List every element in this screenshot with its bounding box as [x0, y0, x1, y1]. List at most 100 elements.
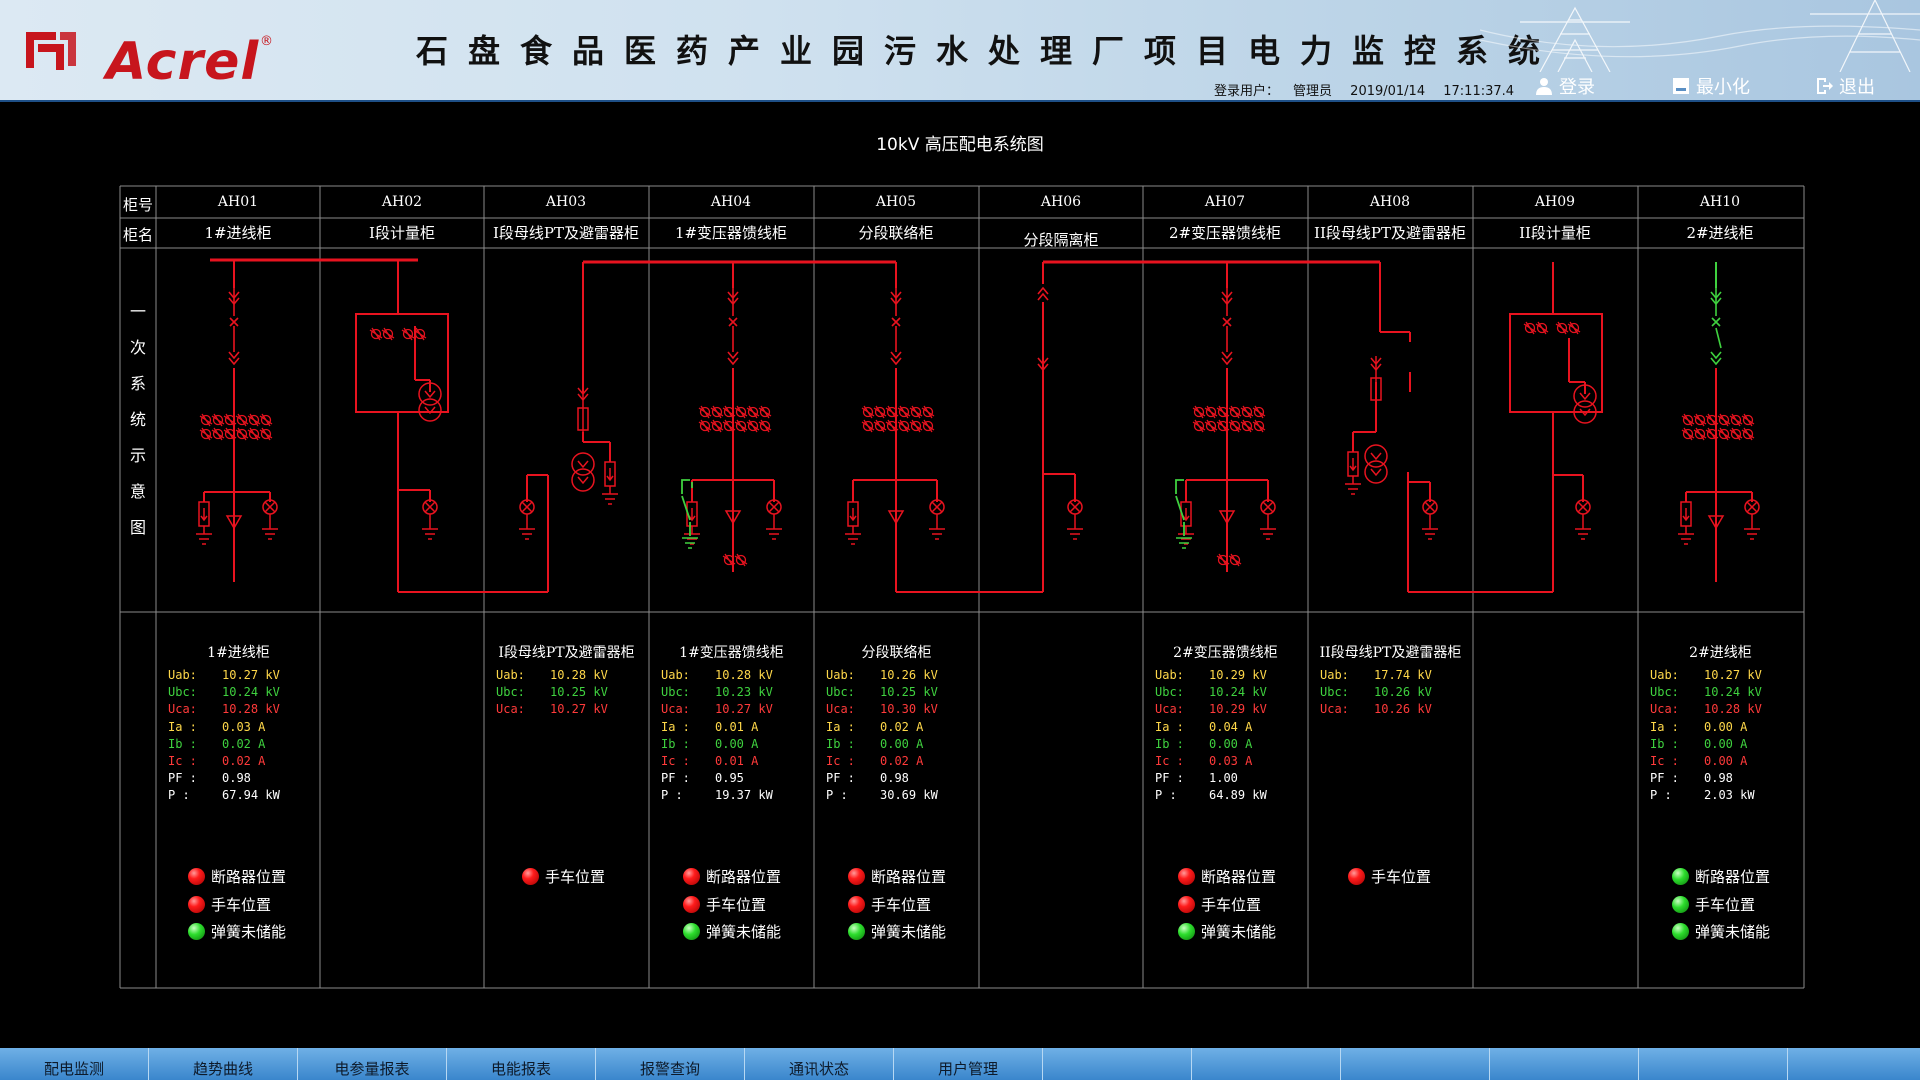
p-label: P : — [826, 788, 848, 803]
status-spring-uncharged[interactable]: 弹簧未储能 — [188, 918, 338, 946]
uab-row: Uab: 10.28 kV — [649, 667, 814, 684]
status-truck-position[interactable]: 手车位置 — [1672, 891, 1822, 919]
tab-power-monitoring[interactable]: 配电监测 — [0, 1048, 149, 1080]
pf-row: PF : 1.00 — [1143, 770, 1308, 787]
tab-energy-report[interactable]: 电能报表 — [447, 1048, 596, 1080]
status-label: 断路器位置 — [706, 868, 782, 887]
exit-button[interactable]: 退出 — [1815, 74, 1875, 98]
tab-empty[interactable] — [1639, 1048, 1788, 1080]
status-breaker-position[interactable]: 断路器位置 — [188, 863, 338, 891]
ia-row: Ia : 0.02 A — [814, 719, 979, 736]
tab-empty[interactable] — [1192, 1048, 1341, 1080]
uab-label: Uab: — [661, 668, 690, 682]
pf-value: 0.98 — [880, 771, 909, 786]
ib-value: 0.00 A — [1704, 736, 1748, 751]
ic-label: Ic : — [168, 753, 197, 768]
status-lamp-icon — [188, 923, 205, 941]
uab-row: Uab: 10.29 kV — [1143, 667, 1308, 684]
ubc-label: Ubc: — [168, 685, 197, 700]
status-truck-position[interactable]: 手车位置 — [1178, 891, 1328, 919]
status-spring-uncharged[interactable]: 弹簧未储能 — [1178, 918, 1328, 946]
pf-value: 1.00 — [1209, 771, 1238, 786]
login-user-label: 登录用户： — [1214, 84, 1280, 99]
ib-row: Ib : 0.00 A — [1638, 736, 1803, 753]
ic-value: 0.01 A — [715, 753, 759, 768]
ib-label: Ib : — [1650, 736, 1679, 751]
pf-value: 0.95 — [715, 771, 744, 786]
measurements-title: 2#进线柜 — [1689, 645, 1752, 661]
measurements-ah01: 1#进线柜 Uab: 10.27 kV Ubc: 10.24 kV Uca: 10.2… — [156, 642, 321, 805]
measurements-ah03: I段母线PT及避雷器柜 Uab: 10.28 kV Ubc: 10.25 kV Uc… — [484, 642, 649, 719]
uab-label: Uab: — [1650, 668, 1679, 682]
ia-row: Ia : 0.00 A — [1638, 719, 1803, 736]
minimize-icon — [1673, 78, 1689, 94]
status-breaker-position[interactable]: 断路器位置 — [848, 863, 998, 891]
acrel-logo: Acrel ® — [24, 18, 273, 92]
status-label: 断路器位置 — [1695, 868, 1771, 887]
status-lamp-icon — [522, 868, 539, 886]
pf-label: PF : — [1155, 771, 1184, 786]
ic-label: Ic : — [826, 753, 855, 768]
p-label: P : — [1155, 788, 1177, 803]
tab-trend-curve[interactable]: 趋势曲线 — [149, 1048, 298, 1080]
uab-row: Uab: 10.26 kV — [814, 667, 979, 684]
status-truck-position[interactable]: 手车位置 — [1348, 863, 1498, 891]
tab-empty[interactable] — [1341, 1048, 1490, 1080]
status-breaker-position[interactable]: 断路器位置 — [683, 863, 833, 891]
uca-row: Uca: 10.28 kV — [1638, 701, 1803, 718]
status-breaker-position[interactable]: 断路器位置 — [1178, 863, 1328, 891]
tab-alarm-query[interactable]: 报警查询 — [596, 1048, 745, 1080]
ia-value: 0.02 A — [880, 719, 924, 734]
ia-label: Ia : — [1155, 719, 1184, 734]
status-spring-uncharged[interactable]: 弹簧未储能 — [1672, 918, 1822, 946]
status-truck-position[interactable]: 手车位置 — [522, 863, 672, 891]
ia-value: 0.00 A — [1704, 719, 1748, 734]
ubc-value: 10.24 kV — [1704, 685, 1762, 700]
status-label: 断路器位置 — [211, 868, 287, 887]
ubc-label: Ubc: — [496, 685, 525, 700]
p-value: 30.69 kW — [880, 788, 938, 803]
ia-value: 0.03 A — [222, 719, 266, 734]
status-spring-uncharged[interactable]: 弹簧未储能 — [683, 918, 833, 946]
ubc-label: Ubc: — [1650, 685, 1679, 700]
uab-value: 10.26 kV — [880, 668, 938, 682]
uca-row: Uca: 10.29 kV — [1143, 701, 1308, 718]
minimize-button[interactable]: 最小化 — [1672, 74, 1750, 98]
tab-user-management[interactable]: 用户管理 — [894, 1048, 1043, 1080]
ubc-row: Ubc: 10.24 kV — [156, 684, 321, 701]
status-label: 弹簧未储能 — [1201, 923, 1277, 942]
tab-empty[interactable] — [1043, 1048, 1192, 1080]
ic-row: Ic : 0.01 A — [649, 753, 814, 770]
uca-value: 10.27 kV — [550, 702, 608, 717]
tab-parameter-report[interactable]: 电参量报表 — [298, 1048, 447, 1080]
status-spring-uncharged[interactable]: 弹簧未储能 — [848, 918, 998, 946]
ia-row: Ia : 0.04 A — [1143, 719, 1308, 736]
diagram-area: 10kV 高压配电系统图 柜号 柜名 一 次 系 统 示 意 图 AH01 AH… — [0, 100, 1920, 1050]
uab-value: 10.27 kV — [222, 668, 280, 682]
tab-communication-status[interactable]: 通讯状态 — [745, 1048, 894, 1080]
uab-value: 10.28 kV — [715, 668, 773, 682]
ic-label: Ic : — [661, 753, 690, 768]
measurements-ah10: 2#进线柜 Uab: 10.27 kV Ubc: 10.24 kV Uca: 10.2… — [1638, 642, 1803, 805]
p-label: P : — [1650, 788, 1672, 803]
ia-row: Ia : 0.03 A — [156, 719, 321, 736]
uca-row: Uca: 10.30 kV — [814, 701, 979, 718]
status-label: 手车位置 — [706, 895, 767, 914]
uca-value: 10.27 kV — [715, 702, 773, 717]
status-truck-position[interactable]: 手车位置 — [848, 891, 998, 919]
ubc-row: Ubc: 10.24 kV — [1638, 684, 1803, 701]
session-info: 登录用户： 管理员 2019/01/14 17:11:37.4 — [1214, 80, 1528, 99]
status-truck-position[interactable]: 手车位置 — [683, 891, 833, 919]
measurements-title: 分段联络柜 — [861, 645, 932, 661]
status-breaker-position[interactable]: 断路器位置 — [1672, 863, 1822, 891]
status-lamp-icon — [848, 868, 865, 886]
status-truck-position[interactable]: 手车位置 — [188, 891, 338, 919]
ic-label: Ic : — [1650, 753, 1679, 768]
uab-row: Uab: 10.27 kV — [156, 667, 321, 684]
ic-row: Ic : 0.03 A — [1143, 753, 1308, 770]
tab-empty[interactable] — [1490, 1048, 1639, 1080]
tab-empty[interactable] — [1788, 1048, 1920, 1080]
minimize-button-label: 最小化 — [1696, 77, 1750, 98]
status-label: 手车位置 — [545, 868, 606, 887]
login-button[interactable]: 登录 — [1535, 74, 1595, 98]
